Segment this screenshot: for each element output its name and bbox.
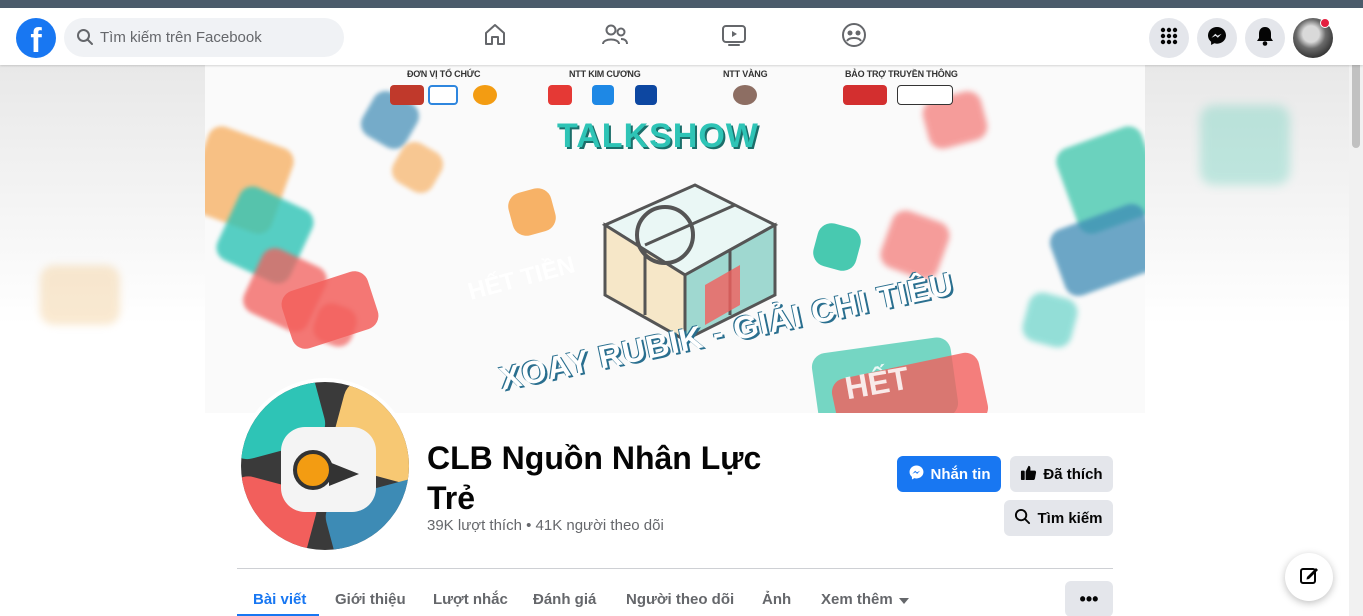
tab-reviews[interactable]: Đánh giá bbox=[533, 581, 596, 616]
facebook-logo[interactable]: f bbox=[16, 18, 56, 58]
messenger-icon bbox=[908, 464, 925, 485]
bg-decor bbox=[40, 265, 120, 325]
tab-mentions[interactable]: Lượt nhắc bbox=[433, 581, 508, 616]
cube-decor bbox=[1046, 200, 1145, 300]
sponsor-logo bbox=[473, 85, 497, 105]
talkshow-headline: TALKSHOW bbox=[557, 117, 759, 155]
sponsor-logo bbox=[843, 85, 887, 105]
search-icon bbox=[76, 28, 94, 51]
friends-icon bbox=[601, 22, 629, 53]
groups-icon bbox=[841, 22, 867, 53]
sponsor-logo bbox=[635, 85, 657, 105]
page-search-button[interactable]: Tìm kiếm bbox=[1004, 500, 1113, 536]
tab-followers[interactable]: Người theo dõi bbox=[626, 581, 734, 616]
search-box[interactable] bbox=[64, 18, 344, 57]
tabs-divider bbox=[237, 568, 1113, 569]
page-search-button-label: Tìm kiếm bbox=[1037, 509, 1103, 527]
profile-picture[interactable] bbox=[237, 378, 413, 554]
tab-more[interactable]: Xem thêm bbox=[821, 581, 909, 616]
nav-tab-home[interactable] bbox=[439, 10, 551, 64]
compose-button[interactable] bbox=[1285, 553, 1333, 601]
tab-more-label: Xem thêm bbox=[821, 590, 893, 608]
sponsor-logo bbox=[390, 85, 424, 105]
sponsor-label: NTT VÀNG bbox=[723, 69, 768, 79]
watch-icon bbox=[721, 22, 747, 53]
messenger-icon bbox=[1206, 25, 1228, 52]
sponsor-logo bbox=[897, 85, 953, 105]
liked-button[interactable]: Đã thích bbox=[1010, 456, 1113, 492]
message-button[interactable]: Nhắn tin bbox=[897, 456, 1001, 492]
sponsor-label: NTT KIM CƯƠNG bbox=[569, 69, 641, 79]
menu-button[interactable] bbox=[1149, 18, 1189, 58]
search-icon bbox=[1014, 508, 1031, 529]
side-left-text: HẾT TIỀN bbox=[465, 251, 578, 306]
tab-photos[interactable]: Ảnh bbox=[762, 581, 791, 616]
home-icon bbox=[482, 22, 508, 53]
page-stats[interactable]: 39K lượt thích • 41K người theo dõi bbox=[427, 517, 664, 534]
page-content: HẾT TIỀN HẾT ĐƠN VỊ TỔ CHỨC NTT KIM CƯƠN… bbox=[0, 65, 1349, 616]
search-input[interactable] bbox=[100, 18, 330, 57]
cube-decor bbox=[1019, 289, 1081, 351]
tab-posts[interactable]: Bài viết bbox=[253, 581, 306, 616]
bg-decor bbox=[1200, 105, 1290, 185]
message-button-label: Nhắn tin bbox=[930, 465, 991, 483]
liked-button-label: Đã thích bbox=[1043, 465, 1103, 483]
cover-photo[interactable]: HẾT TIỀN HẾT ĐƠN VỊ TỔ CHỨC NTT KIM CƯƠN… bbox=[205, 65, 1145, 413]
more-options-button[interactable]: ••• bbox=[1065, 581, 1113, 616]
notifications-button[interactable] bbox=[1245, 18, 1285, 58]
small-rubik bbox=[505, 185, 559, 239]
messenger-button[interactable] bbox=[1197, 18, 1237, 58]
thumbs-up-icon bbox=[1020, 464, 1037, 485]
nav-tab-watch[interactable] bbox=[678, 10, 790, 64]
tab-about[interactable]: Giới thiệu bbox=[335, 581, 406, 616]
window-top-strip bbox=[0, 0, 1363, 8]
bell-icon bbox=[1255, 25, 1275, 52]
sponsor-label: ĐƠN VỊ TỔ CHỨC bbox=[407, 69, 481, 79]
sponsor-label: BẢO TRỢ TRUYỀN THÔNG bbox=[845, 69, 958, 79]
sponsor-logo bbox=[428, 85, 458, 105]
top-navbar: f bbox=[0, 8, 1363, 65]
small-rubik bbox=[810, 220, 864, 274]
menu-grid-icon bbox=[1159, 26, 1179, 51]
notification-dot bbox=[1320, 18, 1330, 28]
caret-down-icon bbox=[898, 591, 909, 608]
page-title: CLB Nguồn Nhân Lực Trẻ bbox=[427, 440, 762, 516]
profile-picture-image bbox=[241, 382, 409, 550]
sponsor-logo bbox=[592, 85, 614, 105]
sponsor-logo bbox=[733, 85, 757, 105]
sponsor-logo bbox=[548, 85, 572, 105]
nav-tab-friends[interactable] bbox=[559, 10, 671, 64]
nav-tab-groups[interactable] bbox=[798, 10, 910, 64]
compose-icon bbox=[1298, 564, 1320, 591]
